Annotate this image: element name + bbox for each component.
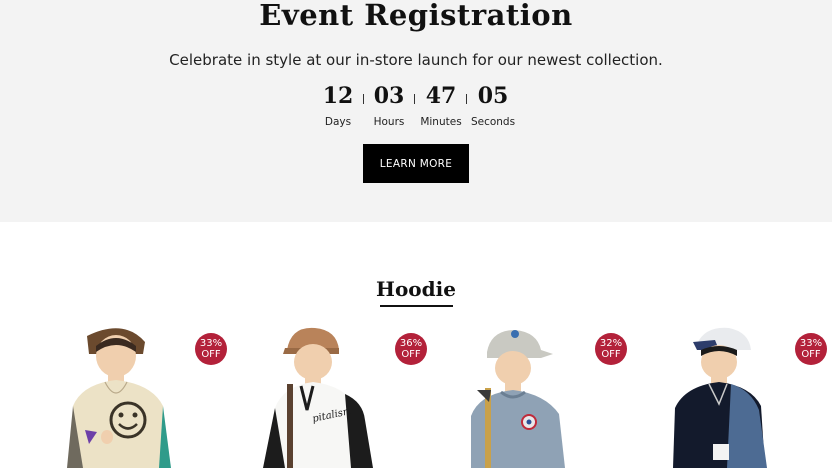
product-card[interactable]: 33% OFF	[27, 320, 227, 468]
discount-off-label: OFF	[201, 349, 221, 360]
discount-badge: 32% OFF	[595, 333, 627, 365]
countdown-minutes: 47 Minutes	[411, 82, 471, 132]
product-card[interactable]: 32% OFF	[427, 320, 627, 468]
discount-badge: 36% OFF	[395, 333, 427, 365]
discount-percent: 36%	[399, 338, 423, 349]
event-registration-section: Event Registration Celebrate in style at…	[0, 0, 832, 222]
countdown-minutes-label: Minutes	[420, 116, 462, 128]
learn-more-button[interactable]: LEARN MORE	[363, 144, 469, 183]
countdown-seconds: 05 Seconds	[463, 82, 523, 132]
countdown-hours-label: Hours	[373, 116, 405, 128]
countdown-seconds-value: 05	[477, 83, 509, 109]
product-card[interactable]: 33% OFF	[627, 320, 827, 468]
countdown-hours-value: 03	[373, 83, 405, 109]
discount-off-label: OFF	[601, 349, 621, 360]
collection-title: Hoodie	[376, 277, 456, 301]
discount-percent: 33%	[199, 338, 223, 349]
countdown-timer: 12 Days 03 Hours 47 Minutes 05 Seconds	[0, 82, 832, 132]
countdown-hours: 03 Hours	[359, 82, 419, 132]
product-card[interactable]: pitalism 36% OFF	[227, 320, 427, 468]
discount-badge: 33% OFF	[195, 333, 227, 365]
countdown-minutes-value: 47	[425, 83, 457, 109]
countdown-seconds-label: Seconds	[470, 116, 516, 128]
discount-percent: 33%	[799, 338, 823, 349]
discount-off-label: OFF	[801, 349, 821, 360]
collection-title-underline	[380, 305, 453, 307]
event-title: Event Registration	[259, 0, 573, 32]
discount-off-label: OFF	[401, 349, 421, 360]
discount-badge: 33% OFF	[795, 333, 827, 365]
event-subtitle: Celebrate in style at our in-store launc…	[169, 51, 663, 69]
discount-percent: 32%	[599, 338, 623, 349]
